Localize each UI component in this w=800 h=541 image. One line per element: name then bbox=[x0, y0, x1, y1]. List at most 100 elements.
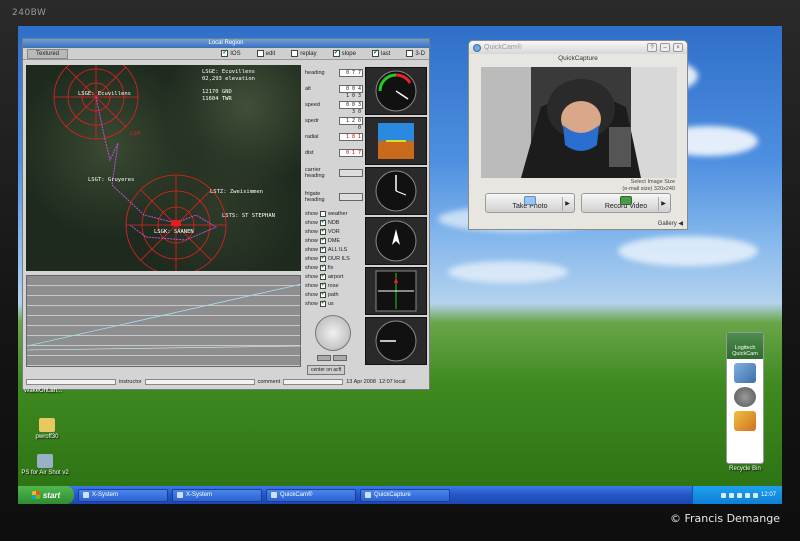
checkbox-icon[interactable] bbox=[291, 50, 299, 57]
desktop-icon-wakeonlan[interactable]: WakeOnLan... bbox=[18, 388, 68, 394]
instructor-field[interactable] bbox=[144, 379, 255, 385]
joystick-control[interactable] bbox=[315, 315, 351, 351]
quickcam-titlebar[interactable]: QuickCam® ? – × bbox=[469, 41, 687, 54]
checkbox-icon[interactable] bbox=[371, 48, 379, 57]
dist-field[interactable]: 0 1 7 bbox=[339, 149, 363, 157]
checkbox-icon[interactable] bbox=[319, 236, 326, 244]
status-field-left[interactable] bbox=[26, 379, 116, 385]
checkbox-icon[interactable] bbox=[319, 254, 326, 262]
checkbox-icon[interactable] bbox=[319, 227, 326, 235]
checkbox-icon[interactable] bbox=[319, 281, 326, 289]
joystick-left-button[interactable] bbox=[317, 355, 331, 361]
checkbox-icon[interactable] bbox=[319, 218, 326, 226]
instructor-label: instructor bbox=[119, 379, 142, 385]
vertical-profile[interactable] bbox=[26, 275, 302, 367]
tray-icon[interactable] bbox=[728, 492, 734, 498]
checkbox-icon[interactable] bbox=[406, 50, 414, 57]
quickcam-window[interactable]: QuickCam® ? – × QuickCapture Select Imag… bbox=[468, 40, 688, 230]
checkbox-icon[interactable] bbox=[319, 210, 326, 217]
heading-gauge-icon bbox=[375, 220, 417, 262]
task-x-system-1[interactable]: X-System bbox=[78, 488, 168, 502]
photo-icon[interactable] bbox=[734, 411, 756, 431]
tray-icon[interactable] bbox=[736, 492, 742, 498]
carrier-field[interactable] bbox=[339, 169, 363, 177]
speed-field[interactable]: 0 0 3 3 0 bbox=[339, 101, 363, 115]
check-ios[interactable]: IOS bbox=[221, 48, 241, 57]
show-airport[interactable]: showairport bbox=[305, 272, 363, 281]
alt-field[interactable]: 0 0 4 1 0 3 bbox=[339, 85, 363, 99]
radial-field[interactable]: 1 8 1 bbox=[339, 133, 363, 141]
checkbox-icon[interactable] bbox=[332, 48, 340, 57]
check-3d[interactable]: 3-D bbox=[406, 50, 425, 57]
quickcam-title: QuickCam® bbox=[484, 44, 522, 51]
checkbox-icon[interactable] bbox=[319, 299, 326, 307]
checkbox-icon[interactable] bbox=[221, 48, 229, 57]
checkbox-icon[interactable] bbox=[319, 272, 326, 280]
show-our-ils[interactable]: showOUR ILS bbox=[305, 254, 363, 263]
tab-textured[interactable]: Textured bbox=[27, 48, 69, 59]
checkbox-icon[interactable] bbox=[319, 290, 326, 298]
camera-icon[interactable] bbox=[734, 363, 756, 383]
camera-icon bbox=[524, 196, 536, 205]
check-replay[interactable]: replay bbox=[291, 50, 317, 57]
checkbox-icon[interactable] bbox=[319, 263, 326, 271]
map-label-lsh: LSH bbox=[130, 131, 140, 137]
show-vor[interactable]: showVOR bbox=[305, 227, 363, 236]
dist-row: dist 0 1 7 bbox=[305, 149, 363, 157]
tray-icon[interactable] bbox=[744, 492, 750, 498]
map-label-stephan: LSTS: ST STEPHAN bbox=[222, 213, 275, 219]
show-us[interactable]: showus bbox=[305, 299, 363, 308]
heading-row: heading 0 7 7 bbox=[305, 69, 363, 77]
minimize-icon[interactable]: – bbox=[660, 43, 670, 52]
navigation-map[interactable]: LSGE: Ecuvillens LSGT: Gruyeres LSGK: SA… bbox=[26, 65, 301, 271]
check-edit[interactable]: edit bbox=[256, 50, 275, 57]
simulator-window[interactable]: Local Region Textured IOS edit replay sl… bbox=[22, 38, 430, 390]
gallery-link[interactable]: Gallery ◀ bbox=[658, 220, 683, 227]
gear-icon[interactable] bbox=[734, 387, 756, 407]
comment-field[interactable] bbox=[283, 379, 344, 385]
center-on-aircraft-button[interactable]: center on acft bbox=[307, 365, 346, 375]
show-ndb[interactable]: showNDB bbox=[305, 218, 363, 227]
check-last[interactable]: last bbox=[371, 48, 390, 57]
clock[interactable]: 12:07 bbox=[761, 492, 776, 498]
tray-icon[interactable] bbox=[752, 492, 758, 498]
chevron-right-icon[interactable]: ▶ bbox=[562, 197, 572, 211]
logitech-sidebar[interactable]: Logitech QuickCam bbox=[726, 332, 764, 464]
start-button[interactable]: start bbox=[18, 486, 74, 504]
show-weather[interactable]: show weather bbox=[305, 209, 363, 218]
webcam-pilot-image bbox=[481, 67, 677, 178]
app-icon bbox=[271, 492, 277, 498]
desktop-icon-ps-air-shot[interactable]: PS for Air Shot v2 bbox=[20, 454, 70, 476]
close-icon[interactable]: × bbox=[673, 43, 683, 52]
sim-time: 12:07 local bbox=[378, 379, 406, 385]
checkbox-icon[interactable] bbox=[319, 245, 326, 253]
joystick-right-button[interactable] bbox=[333, 355, 347, 361]
vsi-gauge bbox=[365, 317, 427, 365]
show-fix[interactable]: showfix bbox=[305, 263, 363, 272]
map-info-1: LSGE: Ecuvillens bbox=[202, 69, 255, 75]
windows-flag-icon bbox=[31, 491, 40, 499]
checkbox-icon[interactable] bbox=[256, 50, 264, 57]
desktop-icon-pwroff30[interactable]: pwroff30 bbox=[22, 418, 72, 440]
tray-icon[interactable] bbox=[720, 492, 726, 498]
chevron-right-icon[interactable]: ▶ bbox=[658, 197, 668, 211]
map-label-zweisimmen: LSTZ: Zweisimmen bbox=[210, 189, 263, 195]
frigate-field[interactable] bbox=[339, 193, 363, 201]
spedr-field[interactable]: 1 2 0 0 bbox=[339, 117, 363, 131]
help-icon[interactable]: ? bbox=[647, 43, 657, 52]
record-video-button[interactable]: Record Video ▶ bbox=[581, 193, 671, 213]
show-rose[interactable]: showrose bbox=[305, 281, 363, 290]
show-dme[interactable]: showDME bbox=[305, 236, 363, 245]
heading-field[interactable]: 0 7 7 bbox=[339, 69, 363, 77]
check-slope[interactable]: slope bbox=[332, 48, 356, 57]
joystick-buttons bbox=[317, 355, 347, 361]
take-photo-button[interactable]: Take Photo ▶ bbox=[485, 193, 575, 213]
task-quickcam[interactable]: QuickCam® bbox=[266, 488, 356, 502]
task-x-system-2[interactable]: X-System bbox=[172, 488, 262, 502]
show-path[interactable]: showpath bbox=[305, 290, 363, 299]
show-all-ils[interactable]: showALL ILS bbox=[305, 245, 363, 254]
simulator-toolbar: Textured IOS edit replay slope last 3-D bbox=[23, 48, 429, 60]
desktop-icon-recycle-bin[interactable]: Recycle Bin bbox=[720, 466, 770, 472]
image-size-info[interactable]: Select Image Size (e-mail size) 320x240 bbox=[622, 179, 675, 193]
task-quickcapture[interactable]: QuickCapture bbox=[360, 488, 450, 502]
